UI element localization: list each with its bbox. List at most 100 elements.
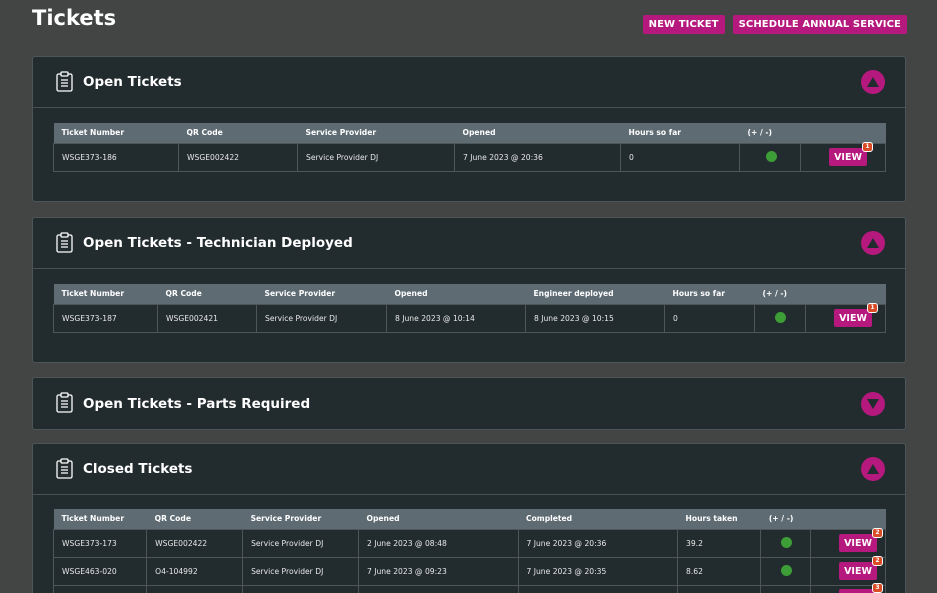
status-dot-icon — [781, 564, 793, 576]
col-service-provider[interactable]: Service Provider — [242, 509, 359, 529]
collapse-toggle[interactable] — [861, 457, 885, 481]
col-hours-taken[interactable]: Hours taken — [677, 509, 761, 529]
page-title: Tickets — [32, 6, 117, 30]
hours-so-far: 0 — [664, 303, 755, 333]
ticket-number: WSGE373-173 — [52, 528, 148, 558]
action-cell: VIEW 2 — [810, 528, 886, 558]
expand-toggle[interactable] — [861, 391, 885, 416]
opened-date — [358, 584, 519, 593]
status-dot-icon — [781, 536, 793, 548]
ticket-number: WSGE463-020 — [52, 556, 148, 586]
service-provider: Service Provider DJ — [242, 528, 359, 558]
open-tickets-table: Ticket Number QR Code Service Provider O… — [53, 123, 886, 172]
table-row: WSGE373-187 WSGE002421 Service Provider … — [53, 303, 886, 333]
open-tickets-panel: Open Tickets Ticket Number QR Code Servi… — [32, 56, 906, 202]
table-header-row: Ticket Number QR Code Service Provider O… — [53, 123, 886, 143]
completed-date: 7 June 2023 @ 20:35 — [517, 556, 678, 586]
col-qr-code[interactable]: QR Code — [146, 509, 243, 529]
col-hours[interactable]: Hours so far — [620, 123, 740, 143]
ticket-number — [52, 584, 148, 593]
collapse-toggle[interactable] — [861, 70, 885, 94]
col-opened[interactable]: Opened — [454, 123, 621, 143]
status-cell — [739, 142, 801, 172]
col-opened[interactable]: Opened — [358, 509, 518, 529]
open-tickets-header[interactable]: Open Tickets — [33, 57, 905, 108]
col-status: (+ / -) — [739, 123, 801, 143]
new-ticket-button[interactable]: NEW TICKET — [642, 15, 725, 34]
col-actions — [800, 123, 886, 143]
panel-title: Closed Tickets — [83, 461, 193, 477]
view-button[interactable]: VIEW — [839, 562, 877, 580]
qr-code: WSGE002421 — [157, 303, 257, 333]
chevron-down-icon — [867, 398, 879, 409]
collapse-toggle[interactable] — [861, 231, 885, 255]
opened-date: 8 June 2023 @ 10:14 — [386, 303, 526, 333]
col-completed[interactable]: Completed — [518, 509, 678, 529]
action-cell: VIEW 2 — [810, 556, 886, 586]
table-row: WSGE373-173 WSGE002422 Service Provider … — [52, 528, 886, 558]
col-actions — [810, 509, 886, 529]
view-button[interactable]: VIEW — [834, 309, 872, 327]
opened-date: 7 June 2023 @ 20:36 — [454, 142, 621, 172]
notification-badge: 1 — [867, 303, 878, 313]
qr-code — [146, 584, 244, 593]
status-dot-icon — [766, 150, 777, 162]
view-button[interactable]: VIEW — [839, 534, 877, 552]
notification-badge: 2 — [872, 556, 883, 566]
chevron-up-icon — [867, 77, 879, 87]
action-cell: VIEW 1 — [800, 142, 886, 172]
service-provider: Service Provider DJ — [242, 556, 359, 586]
table-row: WSGE373-186 WSGE002422 Service Provider … — [53, 142, 886, 172]
schedule-annual-service-button[interactable]: SCHEDULE ANNUAL SERVICE — [732, 15, 907, 34]
hours-so-far: 0 — [620, 142, 740, 172]
action-cell: 3 — [810, 583, 886, 593]
technician-deployed-header[interactable]: Open Tickets - Technician Deployed — [33, 218, 905, 269]
col-qr-code[interactable]: QR Code — [157, 284, 257, 304]
col-ticket-number[interactable]: Ticket Number — [53, 509, 147, 529]
panel-title: Open Tickets - Parts Required — [83, 395, 311, 412]
col-engineer-deployed[interactable]: Engineer deployed — [525, 284, 665, 304]
service-provider — [242, 584, 359, 593]
col-qr-code[interactable]: QR Code — [178, 123, 298, 143]
col-ticket-number[interactable]: Ticket Number — [53, 123, 179, 143]
col-service-provider[interactable]: Service Provider — [256, 284, 387, 304]
status-cell — [760, 556, 811, 586]
panel-title: Open Tickets — [83, 74, 182, 90]
qr-code: WSGE002422 — [178, 142, 298, 172]
col-status: (+ / -) — [760, 509, 811, 529]
status-dot-icon — [775, 311, 786, 323]
engineer-deployed-date: 8 June 2023 @ 10:15 — [525, 303, 665, 333]
status-cell — [760, 584, 811, 593]
service-provider: Service Provider DJ — [256, 303, 387, 333]
service-provider: Service Provider DJ — [297, 142, 455, 172]
col-hours[interactable]: Hours so far — [664, 284, 755, 304]
hours-taken: 8.62 — [676, 556, 762, 586]
hours-taken: 39.2 — [676, 528, 762, 558]
chevron-up-icon — [867, 464, 879, 474]
technician-deployed-table: Ticket Number QR Code Service Provider O… — [53, 284, 886, 333]
table-header-row: Ticket Number QR Code Service Provider O… — [53, 509, 886, 529]
action-cell: VIEW 1 — [805, 303, 886, 333]
parts-required-header[interactable]: Open Tickets - Parts Required — [33, 378, 905, 429]
table-header-row: Ticket Number QR Code Service Provider O… — [53, 284, 886, 304]
ticket-number: WSGE373-186 — [53, 142, 179, 172]
parts-required-panel: Open Tickets - Parts Required — [32, 377, 906, 430]
col-opened[interactable]: Opened — [386, 284, 526, 304]
clipboard-icon — [56, 458, 73, 479]
clipboard-icon — [56, 71, 73, 92]
completed-date — [517, 584, 678, 593]
col-status: (+ / -) — [754, 284, 806, 304]
col-ticket-number[interactable]: Ticket Number — [53, 284, 158, 304]
notification-badge: 2 — [872, 528, 883, 538]
chevron-up-icon — [867, 238, 879, 248]
col-service-provider[interactable]: Service Provider — [297, 123, 455, 143]
panel-title: Open Tickets - Technician Deployed — [83, 235, 353, 251]
notification-badge: 3 — [872, 583, 883, 593]
closed-tickets-header[interactable]: Closed Tickets — [33, 444, 905, 495]
qr-code: O4-104992 — [146, 556, 244, 586]
col-actions — [805, 284, 886, 304]
opened-date: 7 June 2023 @ 09:23 — [358, 556, 519, 586]
view-button[interactable]: VIEW — [829, 148, 867, 166]
closed-tickets-table: Ticket Number QR Code Service Provider O… — [52, 509, 886, 593]
top-actions: NEW TICKET SCHEDULE ANNUAL SERVICE — [642, 15, 907, 34]
